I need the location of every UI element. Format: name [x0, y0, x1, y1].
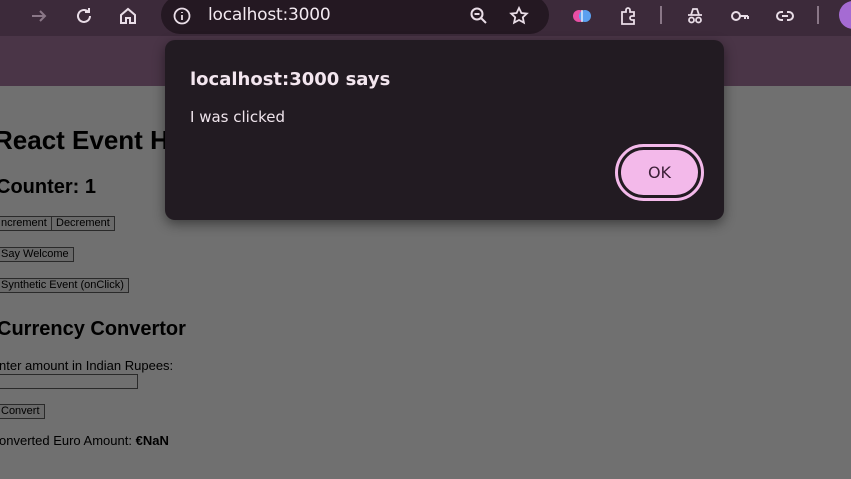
- currency-heading: Currency Convertor: [0, 318, 186, 340]
- extension-brain-icon[interactable]: [567, 3, 597, 29]
- password-key-icon[interactable]: [725, 3, 755, 29]
- counter-heading: Counter: 1: [0, 176, 96, 198]
- synthetic-event-button[interactable]: Synthetic Event (onClick): [0, 278, 129, 293]
- amount-label: nter amount in Indian Rupees:: [0, 358, 174, 373]
- address-bar[interactable]: localhost:3000: [161, 0, 549, 34]
- dialog-title: localhost:3000 says: [190, 69, 391, 90]
- dialog-message: I was clicked: [190, 108, 285, 126]
- incognito-icon[interactable]: [680, 3, 710, 29]
- url-text[interactable]: localhost:3000: [208, 5, 331, 25]
- result-prefix: onverted Euro Amount:: [0, 433, 136, 448]
- converted-result: onverted Euro Amount: €NaN: [0, 433, 169, 448]
- home-icon[interactable]: [113, 3, 143, 29]
- profile-avatar[interactable]: [839, 1, 851, 29]
- reload-icon[interactable]: [69, 3, 99, 29]
- convert-button[interactable]: Convert: [0, 404, 45, 419]
- result-value: €NaN: [135, 433, 169, 448]
- ok-button[interactable]: OK: [621, 150, 698, 195]
- alert-dialog: localhost:3000 says I was clicked OK: [165, 40, 724, 220]
- decrement-button[interactable]: Decrement: [51, 216, 115, 231]
- browser-toolbar: localhost:3000: [0, 0, 851, 36]
- zoom-icon[interactable]: [464, 3, 494, 29]
- rupees-input[interactable]: [0, 374, 138, 389]
- extensions-puzzle-icon[interactable]: [613, 3, 643, 29]
- link-icon[interactable]: [770, 3, 800, 29]
- say-welcome-button[interactable]: Say Welcome: [0, 247, 74, 262]
- page-heading: React Event H: [0, 125, 169, 155]
- bookmark-star-icon[interactable]: [504, 3, 534, 29]
- site-info-icon[interactable]: [167, 3, 197, 29]
- toolbar-divider: [660, 6, 662, 24]
- increment-button[interactable]: ncrement: [0, 216, 52, 231]
- forward-icon[interactable]: [24, 3, 54, 29]
- toolbar-divider: [817, 6, 819, 24]
